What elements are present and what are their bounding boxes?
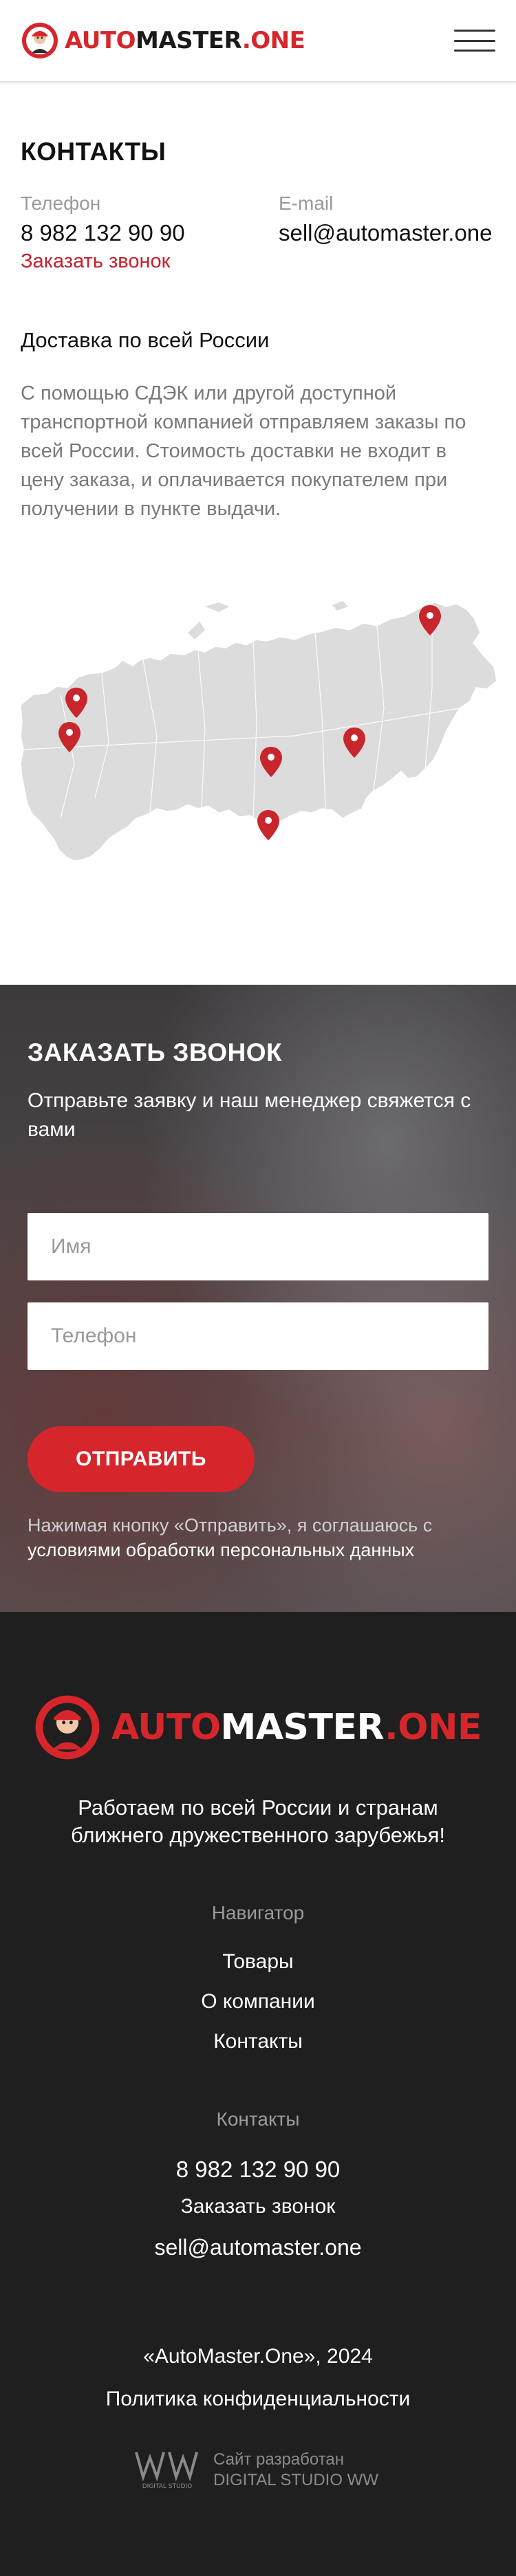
phone-label: Телефон — [21, 193, 101, 214]
callback-section: ЗАКАЗАТЬ ЗВОНОК Отправьте заявку и наш м… — [0, 985, 516, 1612]
order-call-link[interactable]: Заказать звонок — [21, 250, 170, 273]
footer-nav-products[interactable]: Товары — [0, 1950, 516, 1974]
footer-nav-about[interactable]: О компании — [0, 1990, 516, 2013]
digital-studio-ww-logo-icon: DIGITAL STUDIO — [135, 2452, 198, 2490]
phone-input[interactable]: Телефон — [28, 1302, 488, 1370]
phone-block: Телефон 8 982 132 90 90 Заказать звонок — [21, 193, 279, 273]
delivery-text: С помощью СДЭК или другой доступной тран… — [21, 382, 466, 520]
developer-credit-text: Сайт разработан DIGITAL STUDIO WW — [213, 2449, 378, 2491]
footer-nav-heading: Навигатор — [211, 1902, 305, 1923]
callback-subtitle: Отправьте заявку и наш менеджер свяжется… — [28, 1089, 471, 1141]
footer-logo-suffix: .ONE — [385, 1707, 482, 1748]
logo-wordmark: AUTOMASTER.ONE — [65, 27, 305, 54]
footer-logo-auto: AUTO — [111, 1707, 221, 1748]
callback-title: ЗАКАЗАТЬ ЗВОНОК — [28, 1038, 283, 1067]
phone-value[interactable]: 8 982 132 90 90 — [21, 220, 279, 246]
contacts-section: КОНТАКТЫ Телефон 8 982 132 90 90 Заказат… — [0, 83, 516, 523]
site-header: AUTOMASTER.ONE — [0, 0, 516, 83]
russia-map — [20, 601, 497, 862]
mechanic-mascot-icon — [22, 23, 58, 58]
contact-info: Телефон 8 982 132 90 90 Заказать звонок … — [21, 193, 495, 273]
credit-line-2: DIGITAL STUDIO WW — [213, 2471, 378, 2489]
logo-master: MASTER — [135, 27, 242, 54]
page: AUTOMASTER.ONE КОНТАКТЫ Телефон 8 982 13… — [0, 0, 516, 2576]
callback-form: ЗАКАЗАТЬ ЗВОНОК Отправьте заявку и наш м… — [28, 1038, 488, 1562]
name-input[interactable]: Имя — [28, 1213, 488, 1280]
footer-copyright: «AutoMaster.One», 2024 — [143, 2345, 373, 2368]
consent-prefix: Нажимая кнопку «Отправить», я соглашаюсь… — [28, 1515, 433, 1536]
submit-button[interactable]: ОТПРАВИТЬ — [28, 1426, 255, 1492]
site-footer: AUTOMASTER.ONE Работаем по всей России и… — [0, 1612, 516, 2576]
developer-credit[interactable]: DIGITAL STUDIO Сайт разработан DIGITAL S… — [133, 2449, 378, 2491]
email-label: E-mail — [279, 193, 334, 214]
footer-logo[interactable]: AUTOMASTER.ONE — [33, 1693, 482, 1762]
footer-phone[interactable]: 8 982 132 90 90 — [0, 2157, 516, 2183]
footer-nav-contacts[interactable]: Контакты — [0, 2030, 516, 2053]
logo-suffix: .ONE — [241, 27, 305, 54]
tagline-line-1: Работаем по всей России и странам — [78, 1795, 438, 1820]
footer-callback-link[interactable]: Заказать звонок — [0, 2195, 516, 2218]
footer-email[interactable]: sell@automaster.one — [0, 2235, 516, 2260]
footer-logo-wordmark: AUTOMASTER.ONE — [111, 1707, 482, 1748]
logo-auto: AUTO — [65, 27, 136, 54]
tagline-line-2: ближнего дружественного зарубежья! — [71, 1823, 445, 1847]
email-block: E-mail sell@automaster.one — [279, 193, 493, 273]
footer-logo-master: MASTER — [220, 1707, 385, 1748]
hamburger-menu-icon[interactable] — [454, 27, 495, 54]
studio-logo-caption: DIGITAL STUDIO — [142, 2483, 193, 2490]
map-pin-icon — [257, 810, 279, 840]
consent-link[interactable]: условиями обработки персональных данных — [28, 1540, 414, 1560]
site-logo[interactable]: AUTOMASTER.ONE — [21, 21, 305, 60]
delivery-title: Доставка по всей России — [21, 328, 270, 352]
footer-contacts-heading: Контакты — [216, 2108, 300, 2130]
footer-tagline: Работаем по всей России и странам ближне… — [0, 1794, 516, 1849]
email-value[interactable]: sell@automaster.one — [279, 220, 493, 246]
consent-text: Нажимая кнопку «Отправить», я соглашаюсь… — [28, 1513, 488, 1562]
mechanic-mascot-icon — [35, 1695, 100, 1760]
credit-line-1: Сайт разработан — [213, 2450, 345, 2469]
contacts-title: КОНТАКТЫ — [21, 138, 166, 166]
footer-privacy-link[interactable]: Политика конфиденциальности — [0, 2388, 516, 2411]
